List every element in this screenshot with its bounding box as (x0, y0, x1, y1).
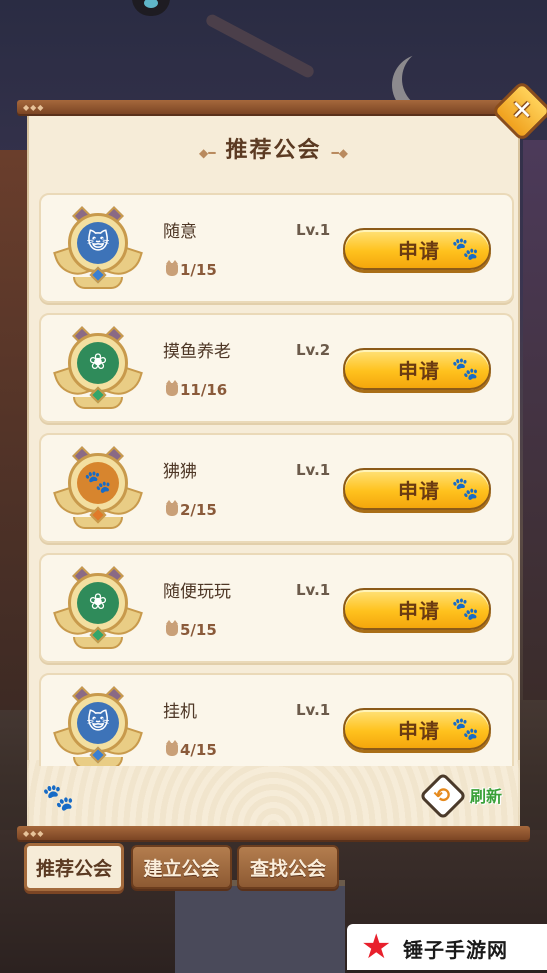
tab-recommended-guilds[interactable]: 推荐公会 (24, 843, 124, 891)
apply-button[interactable]: 申请 🐾 (343, 228, 491, 270)
guild-name: 摸鱼养老 (163, 342, 231, 362)
paw-icon: 🐾 (451, 237, 479, 262)
title-deco-right-icon: ━◆ (331, 145, 348, 160)
guild-member-count: 1/15 (166, 260, 217, 279)
guild-card[interactable]: 🐾 狒狒 Lv.1 2/15 申请 🐾 (39, 433, 514, 543)
paw-orange-icon: 🐾 (77, 462, 119, 504)
guild-level: Lv.1 (296, 581, 331, 599)
tab-create-guild[interactable]: 建立公会 (131, 845, 232, 889)
paw-icon: 🐾 (451, 477, 479, 502)
guild-level: Lv.1 (296, 221, 331, 239)
guild-card[interactable]: ❀ 摸鱼养老 Lv.2 11/16 申请 🐾 (39, 313, 514, 423)
cat-face-blue-icon: 😺 (77, 702, 119, 744)
member-count-text: 4/15 (180, 741, 217, 759)
guild-member-count: 2/15 (166, 500, 217, 519)
guild-card[interactable]: 😺 随意 Lv.1 1/15 申请 🐾 (39, 193, 514, 303)
watermark-logo-icon: ★ (361, 927, 392, 967)
cat-face-blue-icon: 😺 (77, 222, 119, 264)
panel-header: ◆━ 推荐公会 ━◆ (17, 132, 530, 164)
member-cat-icon (166, 620, 178, 636)
member-count-text: 1/15 (180, 261, 217, 279)
watermark: ★ 锤子手游网 (347, 924, 547, 970)
guild-card[interactable]: ❀ 随便玩玩 Lv.1 5/15 申请 🐾 (39, 553, 514, 663)
guild-level: Lv.1 (296, 701, 331, 719)
guild-level: Lv.1 (296, 461, 331, 479)
apply-button[interactable]: 申请 🐾 (343, 708, 491, 750)
member-cat-icon (166, 380, 178, 396)
guild-emblem-icon: 🐾 (53, 446, 143, 535)
panel-top-rail: ◆◆◆ (17, 100, 530, 114)
paw-icon: 🐾 (451, 357, 479, 382)
guild-name: 随意 (163, 222, 197, 242)
guild-emblem-icon: ❀ (53, 566, 143, 655)
tab-find-guild[interactable]: 查找公会 (237, 845, 339, 889)
guild-name: 随便玩玩 (163, 582, 231, 602)
refresh-icon: ⟲ (418, 771, 468, 821)
paw-decoration-icon: 🐾 (42, 783, 75, 813)
top-avatar-icon (132, 0, 170, 16)
refresh-button[interactable]: ⟲ 刷新 (418, 771, 512, 821)
paw-icon: 🐾 (451, 597, 479, 622)
leaf-green-icon: ❀ (77, 342, 119, 384)
guild-member-count: 4/15 (166, 740, 217, 759)
member-count-text: 5/15 (180, 621, 217, 639)
member-count-text: 2/15 (180, 501, 217, 519)
member-cat-icon (166, 260, 178, 276)
background-hut (175, 880, 345, 973)
member-count-text: 11/16 (180, 381, 228, 399)
panel-bottom-rail: ◆◆◆ (17, 826, 530, 840)
title-deco-left-icon: ◆━ (199, 145, 216, 160)
guild-list[interactable]: 😺 随意 Lv.1 1/15 申请 🐾 ❀ 摸鱼养老 Lv.2 11/16 申请… (39, 193, 514, 766)
watermark-text: 锤子手游网 (403, 938, 508, 962)
leaf-green-icon: ❀ (77, 582, 119, 624)
apply-button[interactable]: 申请 🐾 (343, 348, 491, 390)
guild-emblem-icon: ❀ (53, 326, 143, 415)
guild-member-count: 5/15 (166, 620, 217, 639)
close-icon: ✕ (511, 95, 533, 126)
branch-decoration (204, 12, 316, 80)
guild-level: Lv.2 (296, 341, 331, 359)
guild-emblem-icon: 😺 (53, 686, 143, 766)
apply-button[interactable]: 申请 🐾 (343, 468, 491, 510)
apply-button[interactable]: 申请 🐾 (343, 588, 491, 630)
paw-icon: 🐾 (451, 717, 479, 742)
guild-card[interactable]: 😺 挂机 Lv.1 4/15 申请 🐾 (39, 673, 514, 766)
panel-title: 推荐公会 (225, 138, 322, 163)
member-cat-icon (166, 500, 178, 516)
guild-emblem-icon: 😺 (53, 206, 143, 295)
member-cat-icon (166, 740, 178, 756)
guild-name: 狒狒 (163, 462, 197, 482)
guild-name: 挂机 (163, 702, 197, 722)
guild-member-count: 11/16 (166, 380, 228, 399)
refresh-label: 刷新 (470, 787, 503, 806)
